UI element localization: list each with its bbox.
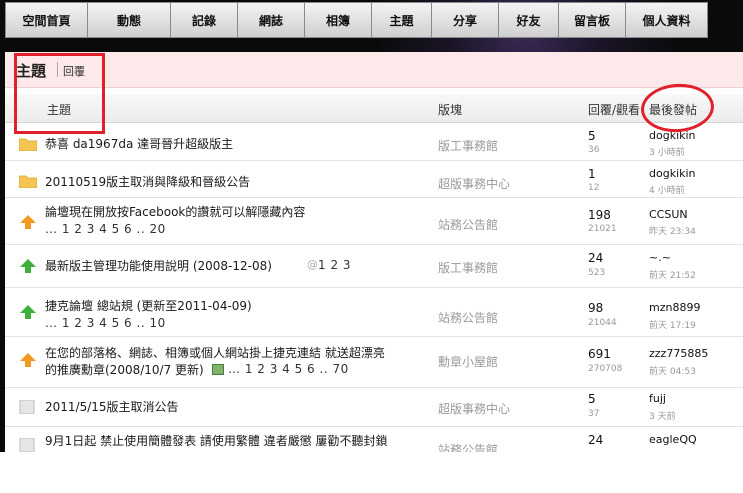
top-banner: 空間首頁 動態 記錄 網誌 相簿 主題 分享 好友 留言板 個人資料 [0,0,743,52]
nav-share[interactable]: 分享 [432,2,499,38]
last-post-time: 昨天 23:34 [649,227,696,237]
view-count: 21021 [588,224,617,234]
last-poster-link[interactable]: dogkikin [649,167,696,180]
view-count: 12 [588,183,600,193]
forum-link[interactable]: 超版事務中心 [438,175,510,192]
nav-friends[interactable]: 好友 [499,2,559,38]
content-panel: 主題 回覆 主題 版塊 回覆/觀看 最後發帖 恭喜 da1967da 達哥晉升超… [5,52,743,452]
page-links[interactable]: … 1 2 3 4 5 6 .. 10 [45,316,166,330]
page-header: 主題 回覆 [5,52,743,88]
topic-title-link[interactable]: 20110519版主取消與降級和晉級公告 [45,174,250,190]
folder-icon [19,175,37,188]
page-links[interactable]: 1 2 3 [318,258,351,272]
reply-count: 1 [588,167,596,181]
view-count: 37 [588,409,600,419]
table-row: 捷克論壇 總站規 (更新至2011-04-09) … 1 2 3 4 5 6 .… [5,288,743,337]
red-highlight-box [14,53,105,134]
view-count: 270708 [588,364,623,374]
main-nav: 空間首頁 動態 記錄 網誌 相簿 主題 分享 好友 留言板 個人資料 [5,2,708,38]
topic-title-link[interactable]: 論壇現在開放按Facebook的讚就可以解隱藏內容 [45,204,305,220]
topic-title-link[interactable]: 捷克論壇 總站規 (更新至2011-04-09) [45,298,252,314]
forum-link[interactable]: 超版事務中心 [438,400,510,417]
nav-home[interactable]: 空間首頁 [5,2,88,38]
last-poster-link[interactable]: CCSUN [649,208,688,221]
last-post-time: 3 小時前 [649,148,685,158]
reply-count: 24 [588,433,604,447]
reply-count: 198 [588,208,611,222]
col-replies-views: 回覆/觀看 [588,103,641,117]
view-count: 523 [588,268,606,278]
last-post-time: 3 天前 [649,412,676,422]
reply-count: 5 [588,129,596,143]
up-arrow-icon [20,305,36,319]
last-poster-link[interactable]: zzz775885 [649,347,708,360]
last-post-time: 前天 17:19 [649,321,696,331]
document-icon [19,400,35,414]
table-row: 恭喜 da1967da 達哥晉升超級版主 版工事務館 5 36 dogkikin… [5,123,743,161]
forum-link[interactable]: 版工事務館 [438,259,498,276]
last-poster-link[interactable]: mzn8899 [649,301,700,314]
topic-title-link[interactable]: 在您的部落格、網誌、相簿或個人網站掛上捷克連結 就送超漂亮 [45,345,385,361]
last-poster-link[interactable]: ~.~ [649,251,671,264]
page-links[interactable]: … 1 2 3 4 5 6 .. 20 [45,222,166,236]
table-row: 在您的部落格、網誌、相簿或個人網站掛上捷克連結 就送超漂亮 的推廣勳章(2008… [5,337,743,388]
topic-title-link-cont[interactable]: 的推廣勳章(2008/10/7 更新) [45,362,204,378]
forum-link[interactable]: 站務公告館 [438,216,498,233]
column-header: 主題 版塊 回覆/觀看 最後發帖 [5,94,743,123]
image-icon [212,364,224,375]
attachment-icon: @ [307,258,318,271]
table-row: 最新版主管理功能使用說明 (2008-12-08) @ 1 2 3 版工事務館 … [5,245,743,288]
nav-topics[interactable]: 主題 [372,2,432,38]
col-forum: 版塊 [438,103,463,117]
folder-icon [19,138,37,151]
document-icon [19,438,35,452]
view-count: 36 [588,145,600,155]
topic-title-link[interactable]: 9月1日起 禁止使用簡體發表 請使用繁體 違者嚴懲 屢勸不聽封鎖 [45,433,388,449]
topic-title-link[interactable]: 2011/5/15版主取消公告 [45,399,179,415]
last-post-time: 前天 21:52 [649,271,696,281]
table-row: 論壇現在開放按Facebook的讚就可以解隱藏內容 … 1 2 3 4 5 6 … [5,198,743,245]
reply-count: 5 [588,392,596,406]
reply-count: 24 [588,251,604,265]
reply-count: 98 [588,301,604,315]
nav-profile[interactable]: 個人資料 [626,2,708,38]
view-count: 21044 [588,318,617,328]
forum-link[interactable]: 勳章小屋館 [438,353,498,370]
nav-activity[interactable]: 動態 [88,2,171,38]
nav-blog[interactable]: 網誌 [238,2,305,38]
forum-link[interactable]: 版工事務館 [438,137,498,154]
last-poster-link[interactable]: fujj [649,392,666,405]
topic-title-link[interactable]: 恭喜 da1967da 達哥晉升超級版主 [45,136,233,152]
hot-up-arrow-icon [20,215,36,229]
last-post-time: 4 小時前 [649,186,685,196]
nav-guestbook[interactable]: 留言板 [559,2,626,38]
page-links[interactable]: … 1 2 3 4 5 6 .. 70 [228,362,349,376]
table-row: 20110519版主取消與降級和晉級公告 超版事務中心 1 12 dogkiki… [5,161,743,198]
reply-count: 691 [588,347,611,361]
hot-up-arrow-icon [20,353,36,367]
last-post-time: 前天 04:53 [649,367,696,377]
forum-link[interactable]: 站務公告館 [438,309,498,326]
up-arrow-icon [20,259,36,273]
forum-link[interactable]: 站務公告館 [438,441,498,452]
table-row: 9月1日起 禁止使用簡體發表 請使用繁體 違者嚴懲 屢勸不聽封鎖 站務公告館 2… [5,427,743,452]
last-poster-link[interactable]: eagleQQ [649,433,697,446]
nav-album[interactable]: 相簿 [305,2,372,38]
nav-records[interactable]: 記錄 [171,2,238,38]
topic-title-link[interactable]: 最新版主管理功能使用說明 (2008-12-08) [45,258,272,274]
table-row: 2011/5/15版主取消公告 超版事務中心 5 37 fujj 3 天前 [5,388,743,427]
